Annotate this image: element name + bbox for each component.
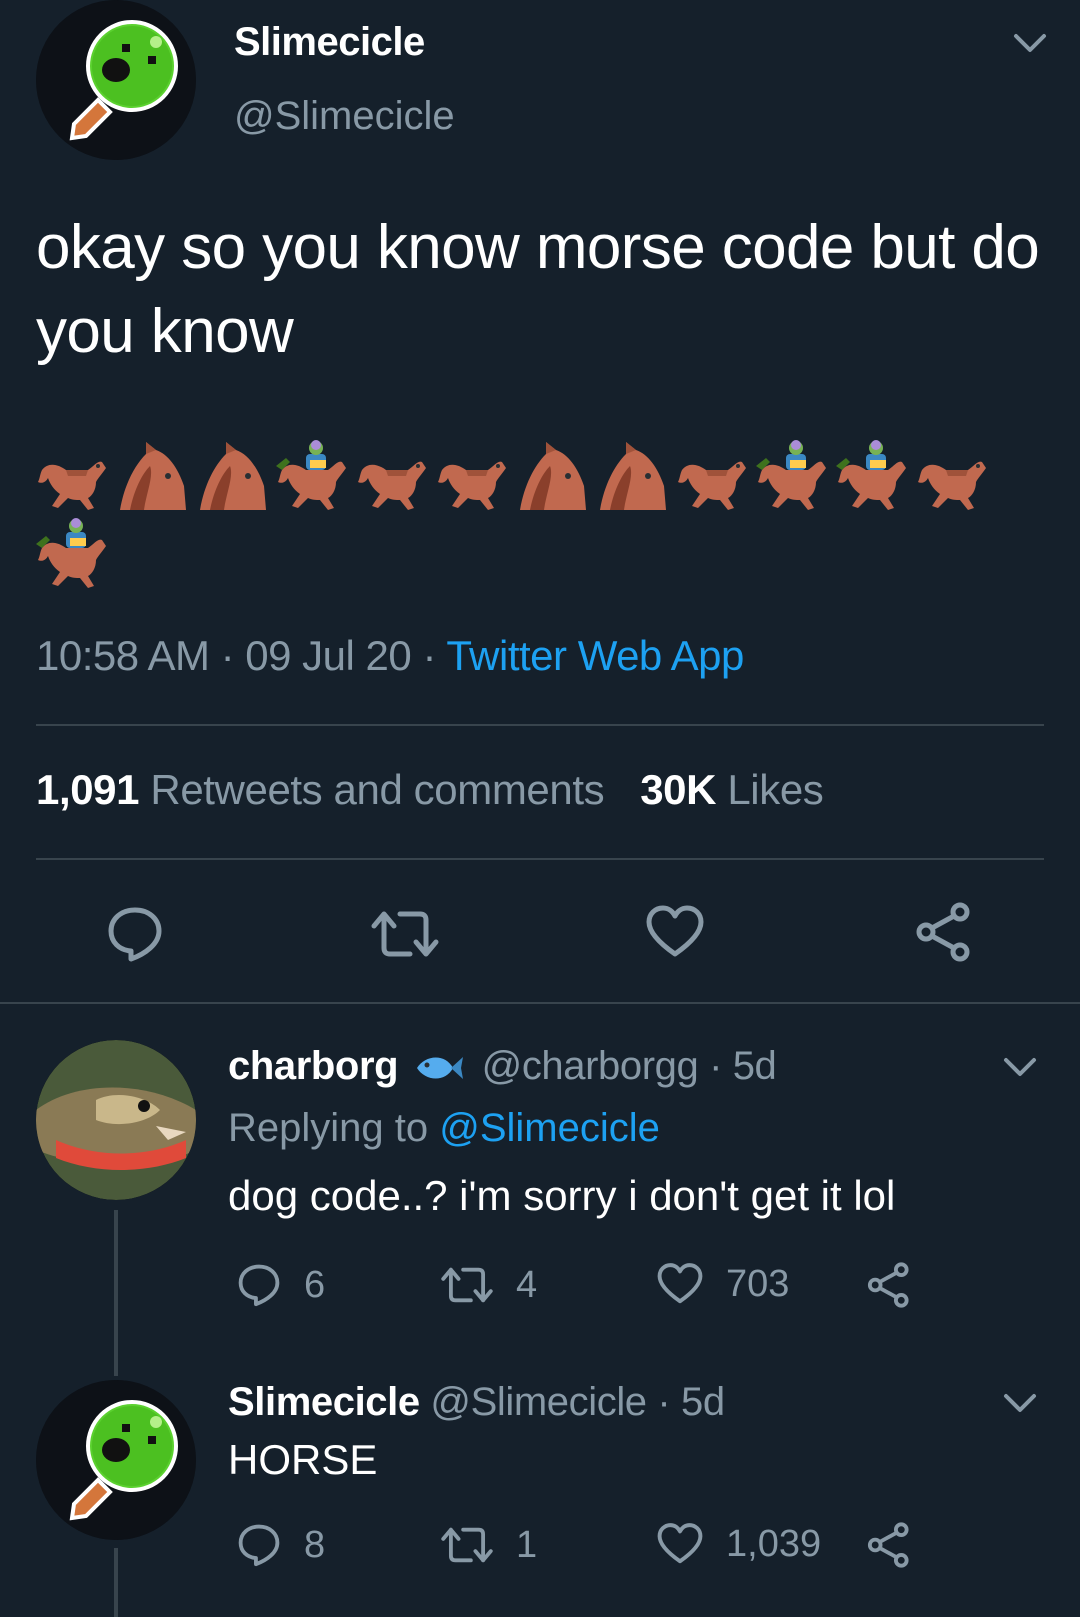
emoji-row-1 [36,440,988,512]
slime-avatar-image [36,1380,196,1540]
horse-racing-emoji-icon [36,518,108,590]
retweet-icon [440,1262,494,1308]
reply-author-handle[interactable]: @Slimecicle [430,1380,647,1424]
meta-separator: · [220,632,246,679]
reply-age: 5d [732,1044,777,1088]
reply-text: HORSE [228,1436,378,1483]
retweet-icon[interactable] [370,904,440,964]
replying-prefix: Replying to [228,1106,429,1150]
like-count: 703 [726,1262,790,1305]
horse-racing-emoji-icon [836,440,908,512]
reply-count: 8 [304,1523,326,1566]
fish-avatar-image [36,1040,196,1200]
reply-icon[interactable] [105,904,165,964]
reply-header: charborg @charborgg · 5d [228,1044,777,1089]
tweet-thread: Slimecicle @Slimecicle okay so you know … [0,0,1080,1617]
author-handle[interactable]: @Slimecicle [234,94,455,139]
slime-avatar-image [36,0,196,160]
reply-icon [236,1262,282,1308]
retweet-action[interactable]: 4 [440,1262,537,1308]
share-icon[interactable] [866,1522,912,1568]
horse-face-emoji-icon [116,440,188,512]
divider [36,858,1044,860]
thread-connector [114,1548,118,1617]
divider [36,724,1044,726]
thread-connector [114,1210,118,1376]
reply-author-handle[interactable]: @charborgg [482,1044,699,1088]
horse-face-emoji-icon [516,440,588,512]
main-tweet: Slimecicle @Slimecicle okay so you know … [0,0,1080,1004]
emoji-row-2 [36,518,108,590]
like-icon[interactable] [645,904,705,960]
reply-count: 6 [304,1263,326,1306]
share-icon[interactable] [914,902,974,962]
chevron-down-icon[interactable] [1010,30,1050,58]
like-icon [656,1522,704,1566]
meta-separator: · [709,1044,733,1088]
reply-action[interactable]: 6 [236,1262,325,1308]
retweet-count: 4 [516,1263,538,1306]
tweet-stats: 1,091 Retweets and comments 30K Likes [36,766,824,814]
retweet-icon [440,1522,494,1568]
retweet-count: 1 [516,1523,538,1566]
replying-to-link[interactable]: @Slimecicle [439,1106,660,1150]
tweet-date: 09 Jul 20 [245,632,412,679]
horse-emoji-icon [916,452,988,512]
chevron-down-icon[interactable] [1000,1054,1040,1082]
reply-author-name[interactable]: Slimecicle [228,1380,420,1424]
horse-face-emoji-icon [596,440,668,512]
horse-emoji-icon [436,452,508,512]
like-action[interactable]: 1,039 [656,1522,821,1566]
likes-label: Likes [727,766,824,813]
meta-separator: · [422,632,447,679]
share-icon[interactable] [866,1262,912,1308]
likes-stat[interactable]: 30K Likes [640,766,824,813]
reply-text: dog code..? i'm sorry i don't get it lol [228,1172,896,1219]
horse-emoji-icon [36,452,108,512]
meta-separator: · [657,1380,682,1424]
tweet-meta: 10:58 AM · 09 Jul 20 · Twitter Web App [36,632,744,680]
chevron-down-icon[interactable] [1000,1390,1040,1418]
reply-author-avatar[interactable] [36,1040,196,1200]
reply-age: 5d [681,1380,725,1424]
retweet-action[interactable]: 1 [440,1522,537,1568]
reply-author-avatar[interactable] [36,1380,196,1540]
reply-icon [236,1522,282,1568]
retweets-label: Retweets and comments [150,766,605,813]
tweet-client-link[interactable]: Twitter Web App [446,632,744,679]
like-count: 1,039 [726,1522,822,1565]
horse-racing-emoji-icon [756,440,828,512]
like-action[interactable]: 703 [656,1262,789,1306]
like-icon [656,1262,704,1306]
retweets-stat[interactable]: 1,091 Retweets and comments [36,766,605,813]
reply-header: Slimecicle @Slimecicle · 5d [228,1380,725,1425]
author-name[interactable]: Slimecicle [234,20,425,65]
replying-to: Replying to @Slimecicle [228,1106,660,1151]
tweet-time: 10:58 AM [36,632,210,679]
likes-count: 30K [640,766,717,813]
reply-author-name[interactable]: charborg [228,1044,399,1088]
horse-emoji-icon [676,452,748,512]
horse-emoji-icon [356,452,428,512]
horse-face-emoji-icon [196,440,268,512]
reply-action[interactable]: 8 [236,1522,325,1568]
retweets-count: 1,091 [36,766,140,813]
tweet-text: okay so you know morse code but do you k… [36,213,1040,366]
author-avatar[interactable] [36,0,196,160]
horse-racing-emoji-icon [276,440,348,512]
fish-emoji-icon [415,1051,465,1085]
